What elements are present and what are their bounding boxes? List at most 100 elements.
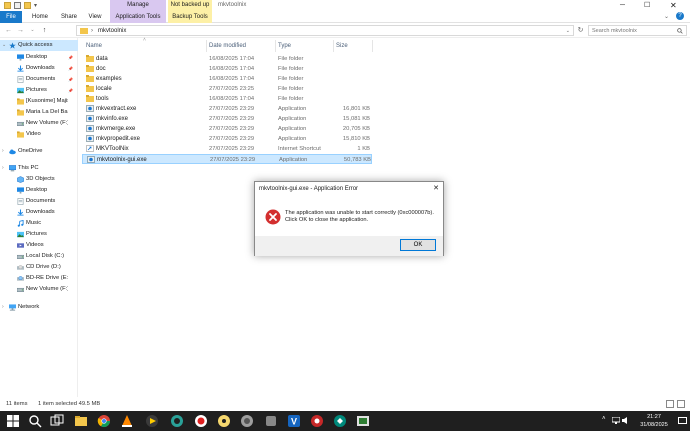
large-icons-view-icon[interactable]: [677, 400, 685, 408]
column-divider[interactable]: [372, 40, 373, 52]
close-button[interactable]: ✕: [670, 0, 677, 11]
sidebar-item-bd-re-drive-e[interactable]: BD-RE Drive (E:): [0, 273, 78, 284]
up-button[interactable]: ↑: [40, 26, 49, 35]
tab-file[interactable]: File: [0, 11, 22, 23]
volume-icon[interactable]: [622, 417, 630, 424]
app-icon[interactable]: [240, 414, 254, 428]
chevron-down-icon[interactable]: ⌄: [566, 26, 570, 36]
app-icon[interactable]: [264, 414, 278, 428]
windows-start-icon[interactable]: [6, 414, 20, 428]
column-header-name[interactable]: Name: [86, 40, 102, 52]
details-view-icon[interactable]: [666, 400, 674, 408]
sidebar-item-documents[interactable]: Documents: [0, 196, 78, 207]
column-divider[interactable]: [333, 40, 334, 52]
properties-icon[interactable]: [14, 2, 21, 9]
file-row[interactable]: data 16/08/2025 17:04 File folder: [82, 54, 372, 64]
address-path[interactable]: mkvtoolnix: [98, 26, 126, 36]
column-header-type[interactable]: Type: [278, 40, 291, 52]
chevron-up-icon[interactable]: ˄: [602, 416, 606, 422]
sidebar-item-videos[interactable]: Videos: [0, 240, 78, 251]
tab-view[interactable]: View: [82, 11, 108, 23]
tab-application-tools[interactable]: Application Tools: [110, 11, 166, 23]
file-row[interactable]: mkvmerge.exe 27/07/2025 23:29 Application 2…: [82, 124, 372, 134]
file-row[interactable]: tools 16/08/2025 17:04 File folder: [82, 94, 372, 104]
column-divider[interactable]: [275, 40, 276, 52]
column-header-size[interactable]: Size: [336, 40, 348, 52]
file-row[interactable]: mkvinfo.exe 27/07/2025 23:29 Application 15…: [82, 114, 372, 124]
maximize-button[interactable]: ☐: [644, 0, 650, 11]
sidebar-item-cd-drive-d[interactable]: CD Drive (D:): [0, 262, 78, 273]
forward-button[interactable]: →: [16, 26, 25, 35]
app-icon[interactable]: [333, 414, 347, 428]
file-row[interactable]: doc 16/08/2025 17:04 File folder: [82, 64, 372, 74]
column-divider[interactable]: [206, 40, 207, 52]
help-icon[interactable]: ?: [676, 12, 684, 20]
record-icon[interactable]: [194, 414, 208, 428]
mkvtoolnix-icon[interactable]: [356, 414, 370, 428]
sidebar-item-quick-access[interactable]: ⌄ Quick access: [0, 40, 78, 51]
search-input[interactable]: Search mkvtoolnix: [588, 25, 687, 36]
v-app-icon[interactable]: V: [287, 414, 301, 428]
tab-backup-tools[interactable]: Backup Tools: [168, 11, 212, 23]
sidebar-item-downloads[interactable]: Downloads: [0, 207, 78, 218]
dialog-close-button[interactable]: ✕: [431, 184, 441, 194]
sidebar-item-onedrive[interactable]: › OneDrive: [0, 146, 78, 157]
app-icon[interactable]: [170, 414, 184, 428]
sidebar-item-label: OneDrive: [18, 148, 43, 154]
chevron-down-icon[interactable]: ⌄: [2, 40, 6, 51]
ok-button[interactable]: OK: [400, 239, 436, 251]
sidebar-item-kusonime-majisuk[interactable]: [Kusonime] Majisuk: [0, 96, 78, 107]
application-icon: [87, 156, 95, 163]
sidebar-item-documents[interactable]: Documents 📌: [0, 74, 78, 85]
sidebar-item-downloads[interactable]: Downloads 📌: [0, 63, 78, 74]
task-view-icon[interactable]: [50, 414, 64, 428]
chevron-right-icon[interactable]: ›: [2, 302, 4, 313]
customize-qa-icon[interactable]: ▾: [34, 2, 37, 9]
downloads-icon: [17, 209, 24, 216]
recent-locations-button[interactable]: ⌄: [28, 26, 37, 35]
file-row[interactable]: mkvpropedit.exe 27/07/2025 23:29 Applicati…: [82, 134, 372, 144]
tab-home[interactable]: Home: [24, 11, 56, 23]
sidebar-item-desktop[interactable]: Desktop: [0, 185, 78, 196]
sidebar-item-pictures[interactable]: Pictures 📌: [0, 85, 78, 96]
clock[interactable]: 21:27 31/08/2025: [632, 413, 676, 429]
search-icon[interactable]: [28, 414, 42, 428]
app-icon[interactable]: [310, 414, 324, 428]
file-row[interactable]: mkvextract.exe 27/07/2025 23:29 Applicatio…: [82, 104, 372, 114]
sidebar-item-maria-la-del-barrio[interactable]: Maria La Del Barrio: [0, 107, 78, 118]
chevron-right-icon[interactable]: ›: [2, 163, 4, 174]
file-row[interactable]: MKVToolNix 27/07/2025 23:29 Internet Short…: [82, 144, 372, 154]
sidebar-item-this-pc[interactable]: › This PC: [0, 163, 78, 174]
tab-share[interactable]: Share: [56, 11, 82, 23]
notification-icon[interactable]: [678, 417, 687, 425]
file-name: MKVToolNix: [96, 146, 129, 152]
refresh-button[interactable]: ↻: [576, 26, 585, 35]
sidebar-item-local-disk-c[interactable]: Local Disk (C:): [0, 251, 78, 262]
sidebar-item-3d-objects[interactable]: 3D Objects: [0, 174, 78, 185]
chevron-right-icon[interactable]: ›: [2, 146, 4, 157]
file-row[interactable]: examples 16/08/2025 17:04 File folder: [82, 74, 372, 84]
sidebar-item-desktop[interactable]: Desktop 📌: [0, 52, 78, 63]
file-row[interactable]: locale 27/07/2025 23:25 File folder: [82, 84, 372, 94]
network-icon[interactable]: [612, 417, 620, 424]
file-row[interactable]: mkvtoolnix-gui.exe 27/07/2025 23:29 Applic…: [82, 154, 372, 164]
chrome-icon[interactable]: [97, 414, 111, 428]
sidebar-item-music[interactable]: Music: [0, 218, 78, 229]
file-type: File folder: [278, 86, 304, 92]
sidebar-item-new-volume-f[interactable]: New Volume (F:): [0, 284, 78, 295]
back-button[interactable]: ←: [4, 26, 13, 35]
vlc-icon[interactable]: [120, 414, 134, 428]
chevron-right-icon[interactable]: ›: [91, 26, 93, 36]
sidebar-item-video[interactable]: Video: [0, 129, 78, 140]
media-player-icon[interactable]: [145, 414, 159, 428]
minimize-button[interactable]: ─: [620, 0, 625, 11]
sidebar-item-new-volume-f[interactable]: New Volume (F:): [0, 118, 78, 129]
expand-ribbon-icon[interactable]: ⌄: [664, 13, 669, 20]
sidebar-item-pictures[interactable]: Pictures: [0, 229, 78, 240]
column-header-date[interactable]: Date modified: [209, 40, 246, 52]
file-explorer-icon[interactable]: [74, 414, 88, 428]
new-folder-icon[interactable]: [24, 2, 31, 9]
disc-icon[interactable]: [217, 414, 231, 428]
address-bar[interactable]: › mkvtoolnix ⌄: [76, 25, 574, 36]
sidebar-item-network[interactable]: › Network: [0, 302, 78, 313]
